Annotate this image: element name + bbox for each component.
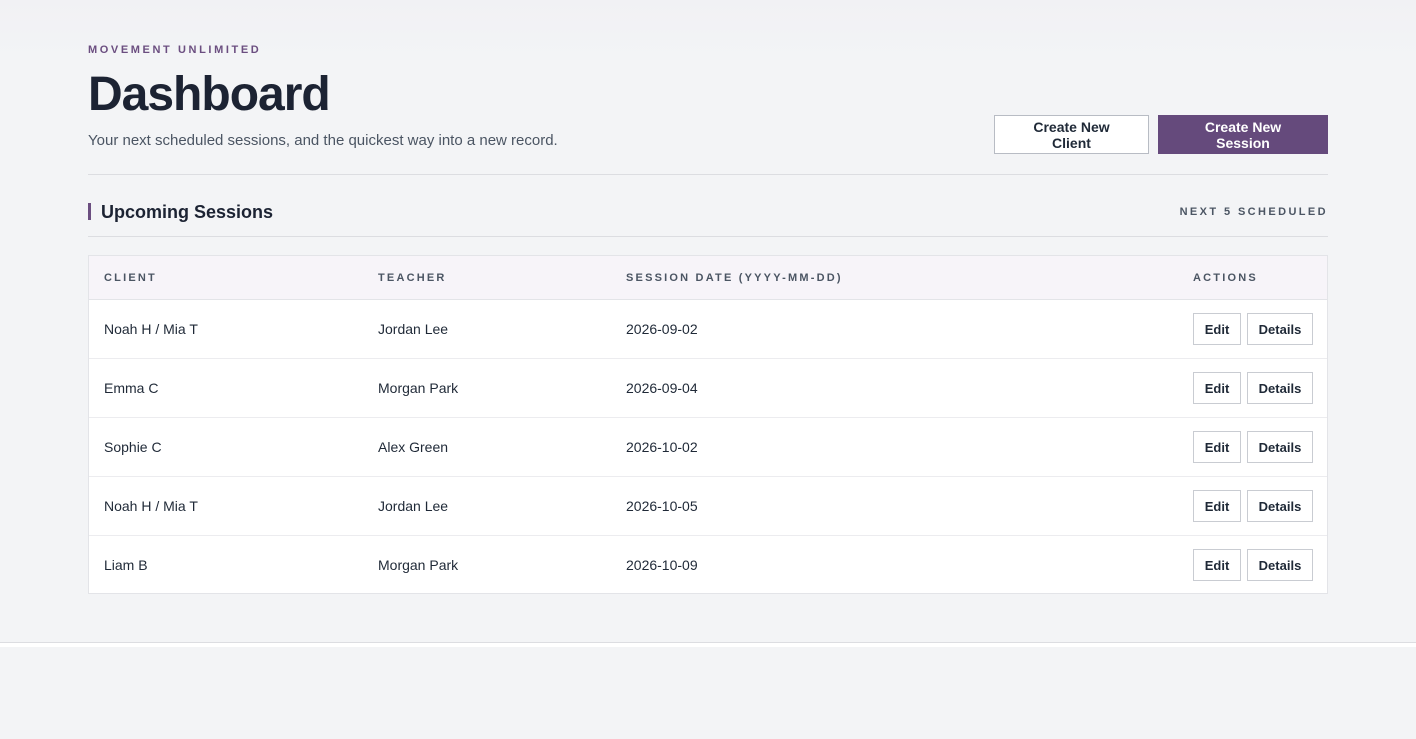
row-actions: Edit Details <box>1193 372 1313 404</box>
section-title: Upcoming Sessions <box>101 202 274 222</box>
cell-teacher: Alex Green <box>378 439 449 455</box>
table-row: Noah H / Mia T Jordan Lee 2026-09-02 Edi… <box>89 300 1327 359</box>
footer-band <box>0 643 1416 647</box>
table-row: Emma C Morgan Park 2026-09-04 Edit Detai… <box>89 359 1327 418</box>
cell-client: Liam B <box>104 557 148 573</box>
cell-session-date: 2026-09-04 <box>626 380 698 396</box>
row-actions: Edit Details <box>1193 549 1313 581</box>
create-new-session-button[interactable]: Create New Session <box>1158 115 1328 154</box>
cell-client: Noah H / Mia T <box>104 498 198 514</box>
header-divider <box>88 174 1328 175</box>
cell-teacher: Morgan Park <box>378 380 459 396</box>
header-actions: Create New Client Create New Session <box>994 115 1328 154</box>
edit-button[interactable]: Edit <box>1193 549 1241 581</box>
details-button[interactable]: Details <box>1247 313 1313 345</box>
table-row: Liam B Morgan Park 2026-10-09 Edit Detai… <box>89 536 1327 595</box>
table-row: Noah H / Mia T Jordan Lee 2026-10-05 Edi… <box>89 477 1327 536</box>
sessions-table: CLIENT TEACHER SESSION DATE (YYYY-MM-DD)… <box>88 255 1328 594</box>
cell-teacher: Jordan Lee <box>378 321 449 337</box>
column-header-session-date: SESSION DATE (YYYY-MM-DD) <box>626 272 843 284</box>
row-actions: Edit Details <box>1193 313 1313 345</box>
section-accent-bar <box>88 203 91 220</box>
details-button[interactable]: Details <box>1247 490 1313 522</box>
main-content: MOVEMENT UNLIMITED Dashboard Your next s… <box>88 0 1328 642</box>
cell-teacher: Jordan Lee <box>378 498 449 514</box>
cell-session-date: 2026-10-09 <box>626 557 698 573</box>
edit-button[interactable]: Edit <box>1193 372 1241 404</box>
details-button[interactable]: Details <box>1247 372 1313 404</box>
row-actions: Edit Details <box>1193 431 1313 463</box>
section-divider <box>88 236 1328 237</box>
edit-button[interactable]: Edit <box>1193 313 1241 345</box>
upcoming-sessions-header: Upcoming Sessions NEXT 5 SCHEDULED <box>88 200 1328 224</box>
dashboard-page: MOVEMENT UNLIMITED Dashboard Your next s… <box>0 0 1416 739</box>
table-header: CLIENT TEACHER SESSION DATE (YYYY-MM-DD)… <box>89 256 1327 300</box>
section-meta: NEXT 5 SCHEDULED <box>1179 206 1328 218</box>
details-button[interactable]: Details <box>1247 431 1313 463</box>
cell-session-date: 2026-10-02 <box>626 439 698 455</box>
page-title: Dashboard <box>88 68 331 121</box>
cell-client: Emma C <box>104 380 159 396</box>
details-button[interactable]: Details <box>1247 549 1313 581</box>
cell-client: Noah H / Mia T <box>104 321 198 337</box>
edit-button[interactable]: Edit <box>1193 490 1241 522</box>
page-subtitle: Your next scheduled sessions, and the qu… <box>88 132 558 149</box>
column-header-client: CLIENT <box>104 272 157 284</box>
cell-teacher: Morgan Park <box>378 557 459 573</box>
cell-client: Sophie C <box>104 439 162 455</box>
table-row: Sophie C Alex Green 2026-10-02 Edit Deta… <box>89 418 1327 477</box>
column-header-actions: ACTIONS <box>1193 272 1258 284</box>
cell-session-date: 2026-10-05 <box>626 498 698 514</box>
create-new-client-button[interactable]: Create New Client <box>994 115 1149 154</box>
column-header-teacher: TEACHER <box>378 272 447 284</box>
edit-button[interactable]: Edit <box>1193 431 1241 463</box>
cell-session-date: 2026-09-02 <box>626 321 698 337</box>
brand-eyebrow: MOVEMENT UNLIMITED <box>88 44 262 56</box>
row-actions: Edit Details <box>1193 490 1313 522</box>
